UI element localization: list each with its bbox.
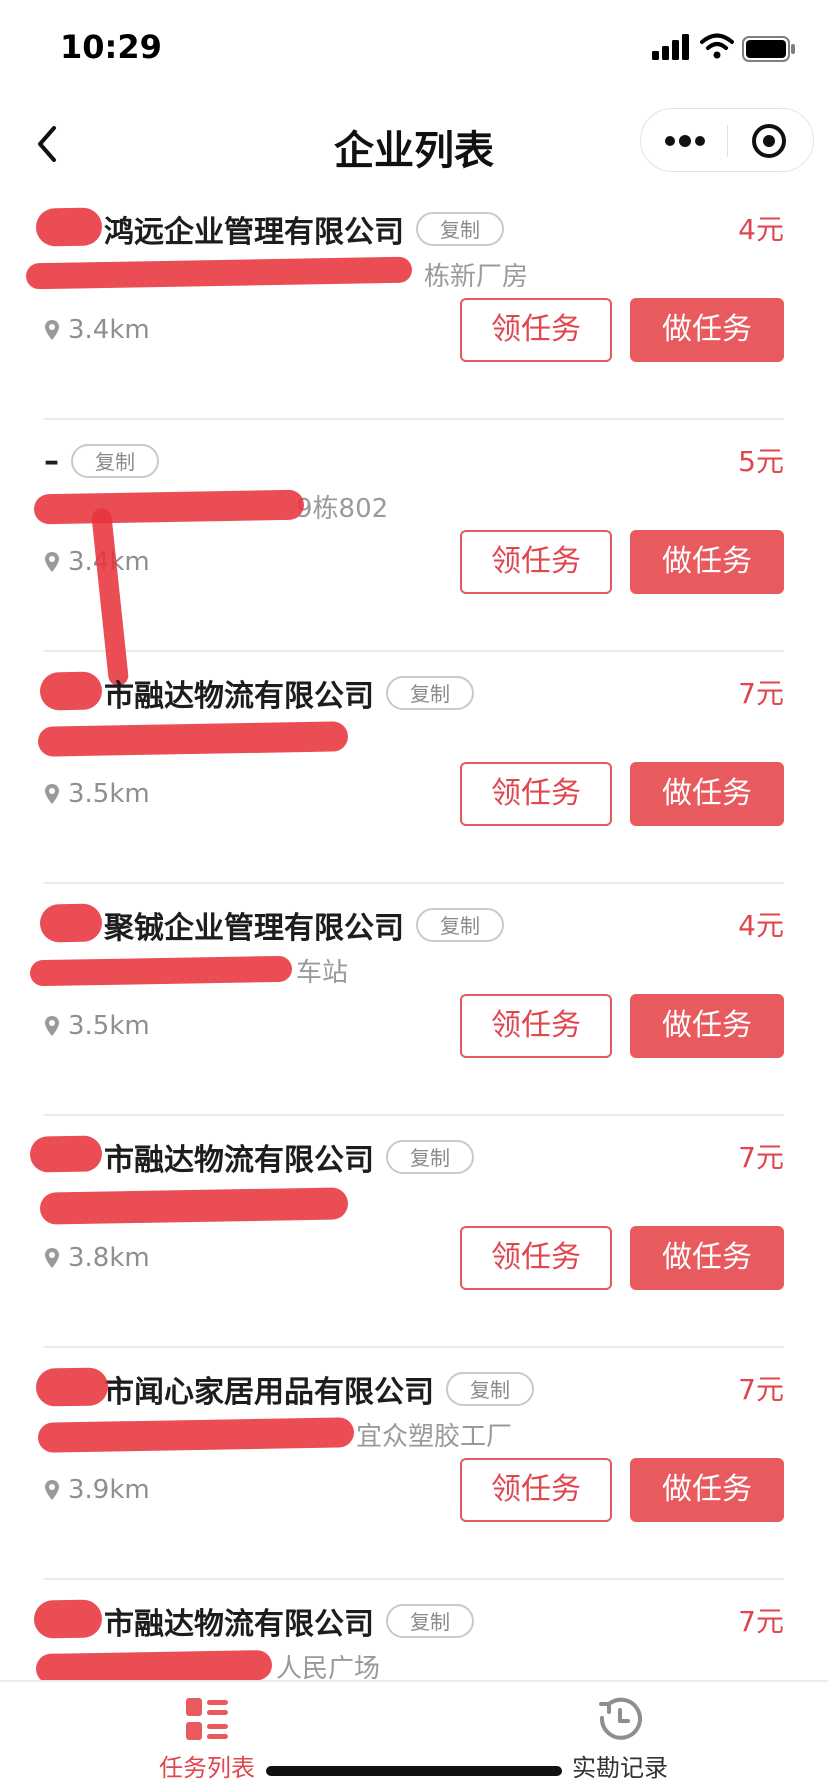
company-name: 聚铖企业管理有限公司 xyxy=(104,911,404,946)
distance-row: 3.9km xyxy=(44,1472,150,1508)
location-pin-icon xyxy=(45,320,59,340)
address: 车站 xyxy=(296,958,349,988)
address: 栋新厂房 xyxy=(424,262,529,292)
distance: 3.5km xyxy=(68,1011,150,1041)
wifi-icon xyxy=(700,33,734,59)
copy-button[interactable]: 复制 xyxy=(386,676,474,710)
claim-task-button[interactable]: 领任务 xyxy=(460,762,612,826)
copy-button[interactable]: 复制 xyxy=(416,212,504,246)
task-list[interactable]: 鸿远企业管理有限公司 复制 4元 栋新厂房 3.4km 领任务 做任务 – 复制… xyxy=(0,188,828,1680)
price: 7元 xyxy=(738,1373,784,1406)
address: 宜众塑胶工厂 xyxy=(356,1422,513,1452)
nav-bar: 企业列表 xyxy=(0,100,828,188)
battery-icon xyxy=(742,36,795,62)
redaction-mark xyxy=(37,1417,355,1453)
location-pin-icon xyxy=(45,552,59,572)
screen: 10:29 企业列表 鸿远企业管理有限公司 复制 4元 栋新厂房 3.4km 领… xyxy=(0,0,828,1792)
copy-button[interactable]: 复制 xyxy=(386,1140,474,1174)
redaction-mark xyxy=(35,1367,109,1407)
claim-task-button[interactable]: 领任务 xyxy=(460,298,612,362)
location-pin-icon xyxy=(45,784,59,804)
task-card: 鸿远企业管理有限公司 复制 4元 栋新厂房 3.4km 领任务 做任务 xyxy=(25,188,784,420)
do-task-button[interactable]: 做任务 xyxy=(630,1458,784,1522)
distance: 3.5km xyxy=(68,779,150,809)
address: 人民广场 xyxy=(276,1654,381,1680)
task-list-icon xyxy=(186,1698,228,1740)
task-card: 聚铖企业管理有限公司 复制 4元 车站 3.5km 领任务 做任务 xyxy=(29,884,784,1116)
company-name: 市融达物流有限公司 xyxy=(104,1607,374,1642)
task-card: 市融达物流有限公司 复制 7元 3.5km 领任务 做任务 xyxy=(37,652,784,884)
task-card: 市融达物流有限公司 复制 7元 3.8km 领任务 做任务 xyxy=(29,1116,784,1348)
price: 7元 xyxy=(738,677,784,710)
location-pin-icon xyxy=(45,1248,59,1268)
redaction-mark xyxy=(39,903,103,943)
company-name: – xyxy=(44,443,59,479)
distance-row: 3.4km xyxy=(44,312,150,348)
distance-row: 3.8km xyxy=(44,1240,150,1276)
distance: 3.8km xyxy=(68,1243,150,1273)
copy-button[interactable]: 复制 xyxy=(446,1372,534,1406)
more-button[interactable] xyxy=(641,109,727,173)
home-indicator[interactable] xyxy=(266,1766,562,1776)
redaction-mark xyxy=(33,1599,103,1639)
redaction-mark xyxy=(39,1187,349,1225)
close-program-button[interactable] xyxy=(728,109,814,173)
price: 7元 xyxy=(738,1605,784,1638)
redaction-mark xyxy=(33,489,305,525)
distance: 3.9km xyxy=(68,1475,150,1505)
redaction-mark xyxy=(29,1135,103,1173)
more-dots-icon xyxy=(665,135,705,147)
claim-task-button[interactable]: 领任务 xyxy=(460,1458,612,1522)
cellular-signal-icon xyxy=(652,34,689,60)
price: 5元 xyxy=(738,445,784,478)
company-name: 市融达物流有限公司 xyxy=(104,1143,374,1178)
price: 4元 xyxy=(738,909,784,942)
distance-row: 3.5km xyxy=(44,1008,150,1044)
location-pin-icon xyxy=(45,1480,59,1500)
redaction-mark xyxy=(39,671,103,711)
redaction-mark xyxy=(35,1649,273,1680)
copy-button[interactable]: 复制 xyxy=(71,444,159,478)
redaction-mark xyxy=(29,955,293,987)
target-circle-icon xyxy=(752,124,786,158)
claim-task-button[interactable]: 领任务 xyxy=(460,1226,612,1290)
price: 4元 xyxy=(738,213,784,246)
redaction-mark xyxy=(37,721,349,757)
address: 9栋802 xyxy=(296,494,389,524)
distance-row: 3.5km xyxy=(44,776,150,812)
claim-task-button[interactable]: 领任务 xyxy=(460,994,612,1058)
do-task-button[interactable]: 做任务 xyxy=(630,762,784,826)
distance: 3.4km xyxy=(68,315,150,345)
do-task-button[interactable]: 做任务 xyxy=(630,994,784,1058)
status-bar: 10:29 xyxy=(0,0,828,100)
redaction-mark xyxy=(35,207,103,247)
copy-button[interactable]: 复制 xyxy=(416,908,504,942)
company-name: 市融达物流有限公司 xyxy=(104,679,374,714)
price: 7元 xyxy=(738,1141,784,1174)
company-name: 鸿远企业管理有限公司 xyxy=(104,215,404,250)
mini-program-capsule xyxy=(640,108,814,172)
task-card: – 复制 5元 9栋802 3.4km 领任务 做任务 xyxy=(33,420,784,687)
company-name: 市闻心家居用品有限公司 xyxy=(104,1375,434,1410)
do-task-button[interactable]: 做任务 xyxy=(630,298,784,362)
task-card: 市融达物流有限公司 复制 7元 人民广场 xyxy=(33,1580,784,1680)
copy-button[interactable]: 复制 xyxy=(386,1604,474,1638)
history-clock-icon xyxy=(599,1697,642,1740)
status-time: 10:29 xyxy=(60,28,162,66)
do-task-button[interactable]: 做任务 xyxy=(630,530,784,594)
do-task-button[interactable]: 做任务 xyxy=(630,1226,784,1290)
location-pin-icon xyxy=(45,1016,59,1036)
claim-task-button[interactable]: 领任务 xyxy=(460,530,612,594)
redaction-mark xyxy=(25,256,413,290)
task-card: 市闻心家居用品有限公司 复制 7元 宜众塑胶工厂 3.9km 领任务 做任务 xyxy=(35,1348,784,1580)
